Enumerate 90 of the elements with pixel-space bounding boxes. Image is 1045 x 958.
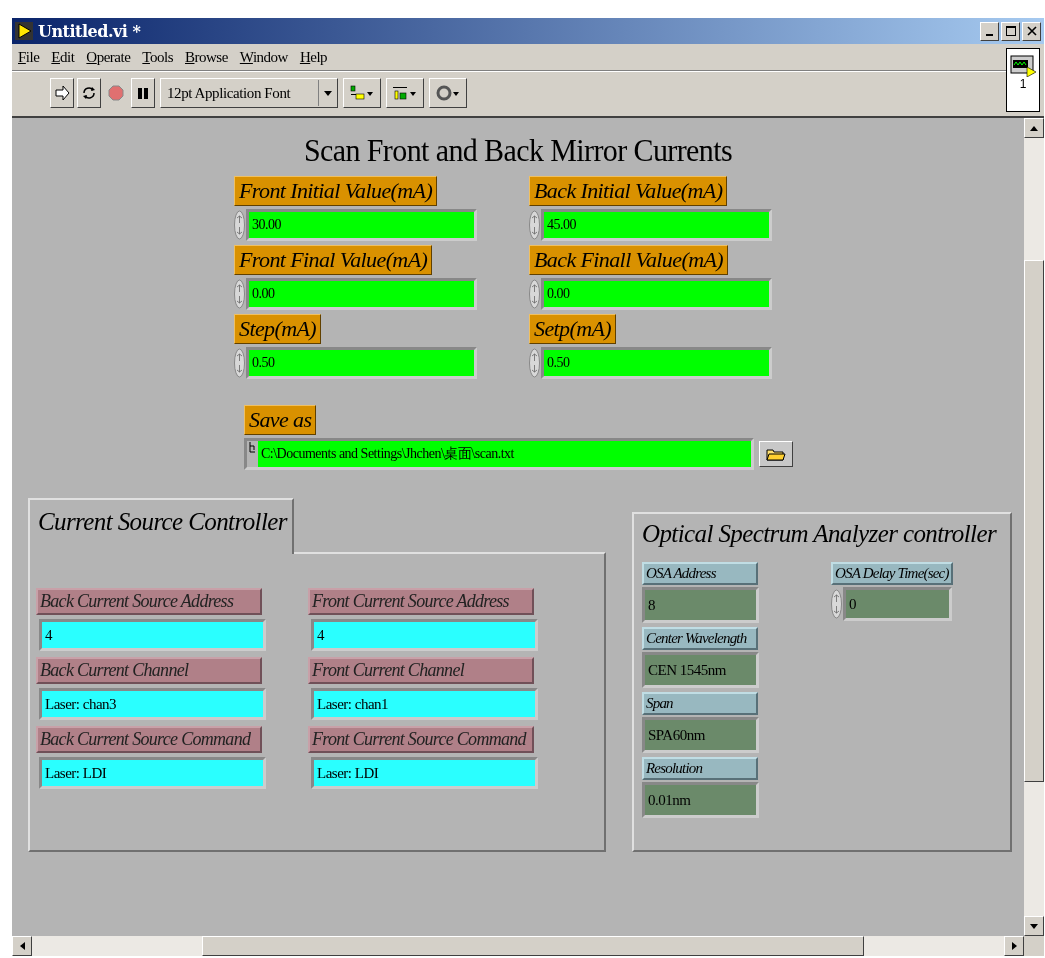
string-field[interactable]: SPA60nm (642, 717, 759, 753)
increment-decrement-icon[interactable] (529, 348, 540, 378)
control-label: Back Finall Value(mA) (529, 245, 728, 275)
increment-decrement-icon[interactable] (234, 348, 245, 378)
control-label: Span (642, 692, 758, 715)
reorder-button[interactable] (429, 78, 467, 108)
increment-decrement-icon[interactable] (831, 589, 842, 619)
menu-item[interactable]: Help (299, 48, 328, 66)
horizontal-scrollbar[interactable] (12, 936, 1024, 956)
up-arrow-icon (1030, 125, 1038, 131)
control-label: Setp(mA) (529, 314, 617, 344)
control-label: Save as (244, 405, 317, 435)
control-label: Resolution (642, 757, 758, 780)
right-arrow-icon (1011, 942, 1017, 950)
string-field[interactable]: 4 (311, 619, 538, 651)
string-field[interactable]: Laser: chan1 (311, 688, 538, 720)
distribute-icon (392, 85, 418, 101)
control-label: Front Final Value(mA) (234, 245, 433, 275)
control-label: Center Wavelength (642, 627, 758, 650)
close-icon (1026, 26, 1037, 36)
path-icon (247, 441, 258, 467)
pause-icon (136, 86, 150, 100)
control-label: Front Initial Value(mA) (234, 176, 438, 206)
menu-item[interactable]: Operate (86, 48, 131, 66)
control-label: Back Current Channel (36, 657, 262, 684)
numeric-field[interactable]: 45.00 (541, 209, 772, 241)
numeric-field[interactable]: 0 (843, 587, 952, 621)
menu-item[interactable]: Window (239, 48, 288, 66)
align-objects-button[interactable] (343, 78, 381, 108)
maximize-button[interactable] (1001, 21, 1020, 41)
increment-decrement-icon[interactable] (234, 279, 245, 309)
menu-item[interactable]: Edit (51, 48, 75, 66)
increment-decrement-icon[interactable] (234, 210, 245, 240)
scroll-down-button[interactable] (1024, 916, 1044, 936)
panel-title: Scan Front and Back Mirror Currents (302, 133, 734, 169)
menu-item[interactable]: File (18, 48, 40, 66)
string-field[interactable]: 8 (642, 587, 759, 623)
menu-item[interactable]: Tools (142, 48, 173, 66)
section-title: Current Source Controller (38, 508, 287, 535)
align-icon (349, 85, 375, 101)
numeric-field[interactable]: 0.00 (246, 278, 477, 310)
folder-icon (766, 447, 786, 461)
left-arrow-icon (19, 942, 25, 950)
browse-folder-button[interactable] (759, 441, 793, 467)
pause-button[interactable] (131, 78, 155, 108)
control-label: OSA Delay Time(sec) (831, 562, 953, 585)
scroll-right-button[interactable] (1004, 936, 1024, 956)
string-field[interactable]: Laser: LDI (311, 757, 538, 789)
menu-item[interactable]: Browse (185, 48, 228, 66)
minimize-icon (986, 33, 993, 36)
vi-icon[interactable]: 1 (1006, 48, 1040, 112)
control-label: Step(mA) (234, 314, 322, 344)
string-field[interactable]: Laser: chan3 (39, 688, 266, 720)
control-label: Back Current Source Command (36, 726, 262, 753)
numeric-field[interactable]: 0.50 (541, 347, 772, 379)
control-label: Back Current Source Address (36, 588, 262, 615)
scroll-up-button[interactable] (1024, 118, 1044, 138)
play-triangle-icon (15, 22, 33, 40)
arrow-icon (54, 85, 70, 101)
control-label: Front Current Source Command (308, 726, 534, 753)
window-title: Untitled.vi * (38, 21, 141, 41)
run-continuously-button[interactable] (77, 78, 101, 108)
vertical-scrollbar[interactable] (1024, 118, 1044, 936)
numeric-field[interactable]: 0.50 (246, 347, 477, 379)
run-arrow-button[interactable] (50, 78, 74, 108)
maximize-icon (1005, 26, 1016, 36)
down-arrow-icon (1030, 923, 1038, 929)
string-field[interactable]: 0.01nm (642, 782, 759, 818)
control-label: Back Initial Value(mA) (529, 176, 728, 206)
control-label: OSA Address (642, 562, 758, 585)
increment-decrement-icon[interactable] (529, 210, 540, 240)
circular-arrows-icon (81, 85, 97, 101)
path-field[interactable]: C:\Documents and Settings\Jhchen\桌面\scan.txt (244, 438, 754, 470)
ring-icon (435, 85, 461, 101)
distribute-objects-button[interactable] (386, 78, 424, 108)
close-button[interactable] (1022, 21, 1041, 41)
string-field[interactable]: Laser: LDI (39, 757, 266, 789)
numeric-field[interactable]: 30.00 (246, 209, 477, 241)
control-label: Front Current Channel (308, 657, 534, 684)
scroll-left-button[interactable] (12, 936, 32, 956)
minimize-button[interactable] (980, 21, 999, 41)
increment-decrement-icon[interactable] (529, 279, 540, 309)
string-field[interactable]: 4 (39, 619, 266, 651)
caret-icon (324, 90, 332, 96)
stop-sign-icon (108, 85, 124, 101)
control-label: Front Current Source Address (308, 588, 534, 615)
string-field[interactable]: CEN 1545nm (642, 652, 759, 688)
font-dropdown[interactable]: 12pt Application Font (160, 78, 338, 108)
numeric-field[interactable]: 0.00 (541, 278, 772, 310)
section-title: Optical Spectrum Analyzer controller (642, 520, 998, 548)
